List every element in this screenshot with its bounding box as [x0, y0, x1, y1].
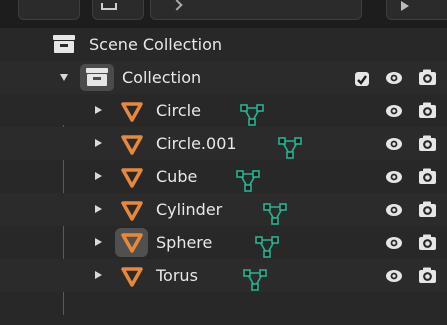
object-label: Cube [156, 167, 198, 186]
eye-icon[interactable] [385, 170, 403, 184]
expand-arrow-icon[interactable] [95, 172, 102, 180]
eye-icon[interactable] [385, 104, 403, 118]
collection-icon-bg [80, 64, 114, 91]
expand-arrow-icon[interactable] [95, 139, 102, 147]
collection-icon [86, 68, 108, 86]
eye-icon[interactable] [385, 71, 403, 85]
camera-icon[interactable] [418, 267, 437, 284]
expand-arrow-icon[interactable] [95, 106, 102, 114]
arrow-icon [401, 1, 409, 11]
object-label: Cylinder [156, 200, 223, 219]
camera-icon[interactable] [418, 168, 437, 185]
camera-icon[interactable] [418, 234, 437, 251]
checkmark-icon [357, 75, 367, 85]
outliner-item-cube[interactable]: Cube [0, 160, 447, 193]
mesh-data-icon[interactable] [236, 170, 260, 192]
outliner-item-cylinder[interactable]: Cylinder [0, 193, 447, 226]
active-object-highlight [115, 228, 148, 257]
eye-icon[interactable] [385, 269, 403, 283]
camera-icon[interactable] [418, 201, 437, 218]
mesh-data-icon[interactable] [240, 104, 264, 126]
display-mode-button[interactable] [18, 0, 80, 20]
mesh-object-icon [121, 102, 143, 122]
eye-icon[interactable] [385, 137, 403, 151]
expand-arrow-icon[interactable] [95, 205, 102, 213]
scene-collection-row[interactable]: Scene Collection [0, 28, 447, 61]
collection-checkbox[interactable] [355, 72, 369, 86]
mesh-object-icon [121, 201, 143, 221]
search-input[interactable] [150, 0, 362, 20]
outliner-item-torus[interactable]: Torus [0, 259, 447, 292]
outliner-header [0, 0, 447, 27]
camera-icon[interactable] [418, 102, 437, 119]
search-chevron-icon [171, 0, 183, 11]
object-label: Circle.001 [156, 134, 237, 153]
mesh-object-icon [121, 267, 143, 287]
eye-icon[interactable] [385, 203, 403, 217]
mesh-object-icon [121, 135, 143, 155]
scene-collection-icon [53, 35, 75, 53]
eye-icon[interactable] [385, 236, 403, 250]
outliner-item-circle[interactable]: Circle [0, 94, 447, 127]
outliner-item-circle-001[interactable]: Circle.001 [0, 127, 447, 160]
camera-icon[interactable] [418, 135, 437, 152]
object-label: Torus [156, 266, 198, 285]
mesh-data-icon[interactable] [243, 269, 267, 291]
mesh-data-icon[interactable] [278, 137, 302, 159]
object-label: Sphere [156, 233, 213, 252]
mesh-data-icon[interactable] [255, 236, 279, 258]
camera-icon[interactable] [418, 69, 437, 86]
filter-icon [101, 3, 117, 10]
collection-label: Collection [122, 68, 202, 87]
filter-button[interactable] [92, 0, 144, 20]
outliner-tree: Scene Collection Collection Circle Circl… [0, 28, 447, 325]
collection-row[interactable]: Collection [0, 61, 447, 94]
mesh-object-icon [121, 168, 143, 188]
new-collection-button[interactable] [386, 0, 447, 20]
expand-arrow-icon[interactable] [95, 238, 102, 246]
mesh-object-icon [121, 233, 143, 253]
outliner-item-sphere[interactable]: Sphere [0, 226, 447, 259]
mesh-data-icon[interactable] [263, 203, 287, 225]
collapse-arrow-icon[interactable] [60, 74, 68, 81]
object-label: Circle [156, 101, 201, 120]
expand-arrow-icon[interactable] [95, 271, 102, 279]
scene-collection-label: Scene Collection [89, 35, 223, 54]
